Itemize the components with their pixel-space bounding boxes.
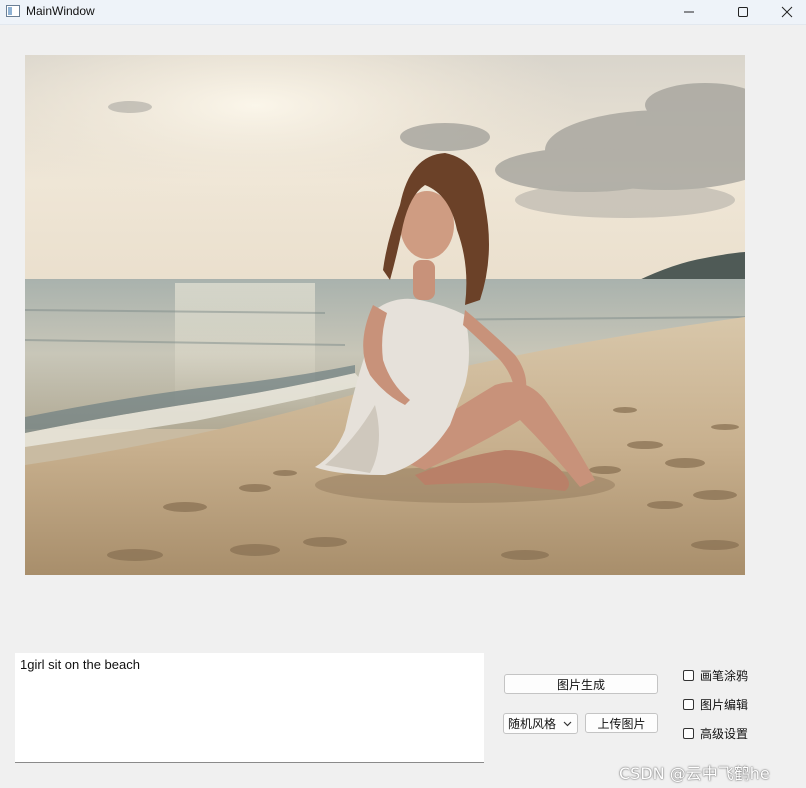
close-icon — [781, 6, 793, 18]
checkbox-label: 高级设置 — [700, 726, 749, 741]
title-bar: MainWindow — [0, 0, 806, 25]
style-select-value: 随机风格 — [508, 717, 557, 731]
checkbox-label: 画笔涂鸦 — [700, 668, 749, 683]
minimize-icon — [684, 11, 694, 13]
chevron-down-icon — [563, 721, 572, 727]
close-button[interactable] — [764, 0, 806, 24]
upload-image-button[interactable]: 上传图片 — [585, 713, 658, 733]
advanced-settings-checkbox[interactable]: 高级设置 — [683, 725, 748, 741]
checkbox-box[interactable] — [683, 727, 694, 739]
brush-doodle-checkbox[interactable]: 画笔涂鸦 — [683, 667, 748, 683]
checkbox-box[interactable] — [683, 698, 694, 710]
maximize-icon — [738, 7, 748, 17]
prompt-input[interactable]: 1girl sit on the beach — [15, 653, 484, 763]
generate-image-button[interactable]: 图片生成 — [504, 674, 658, 694]
app-window-icon — [6, 5, 20, 17]
checkbox-label: 图片编辑 — [700, 697, 749, 712]
window-title: MainWindow — [26, 4, 95, 18]
checkbox-box[interactable] — [683, 669, 694, 681]
generated-image — [25, 55, 745, 575]
style-select[interactable]: 随机风格 — [503, 713, 578, 734]
image-edit-checkbox[interactable]: 图片编辑 — [683, 696, 748, 712]
minimize-button[interactable] — [666, 0, 712, 24]
maximize-button[interactable] — [720, 0, 766, 24]
watermark: CSDN @云中飞鹤he — [619, 764, 770, 783]
